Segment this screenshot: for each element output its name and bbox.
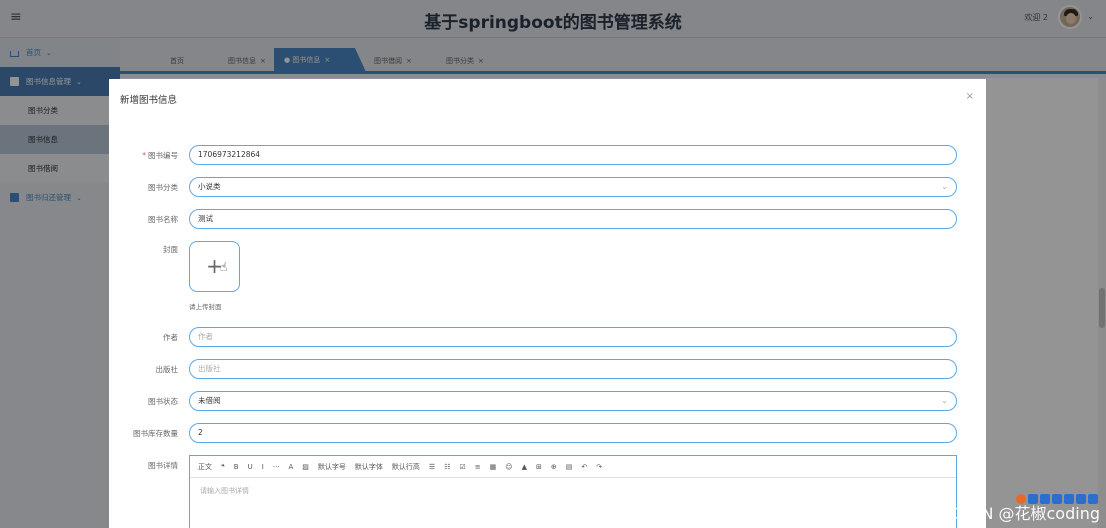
category-label: 图书分类: [148, 183, 178, 192]
font-family-select[interactable]: 默认字体: [355, 462, 383, 472]
table-icon[interactable]: ⊞: [536, 463, 542, 471]
quote-icon[interactable]: ❝: [221, 463, 225, 471]
code-icon[interactable]: ▤: [566, 463, 573, 471]
author-label: 作者: [163, 333, 178, 342]
more-icon[interactable]: ···: [273, 463, 280, 471]
italic-icon[interactable]: I: [262, 463, 264, 471]
paragraph-select[interactable]: 正文: [198, 462, 212, 472]
indent-icon[interactable]: ▦: [490, 463, 497, 471]
book-name-input[interactable]: 测试: [189, 209, 957, 229]
book-no-input[interactable]: 1706973212864: [189, 145, 957, 165]
status-select[interactable]: 未借阅 ⌄: [189, 391, 957, 411]
align-icon[interactable]: ≡: [475, 463, 481, 471]
chevron-down-icon: ⌄: [941, 396, 948, 405]
bullet-list-icon[interactable]: ☰: [429, 463, 435, 471]
upload-tip: 请上传封面: [189, 303, 222, 311]
emoji-icon[interactable]: ☺: [505, 463, 512, 471]
redo-icon[interactable]: ↷: [596, 463, 602, 471]
font-color-icon[interactable]: A: [288, 463, 293, 471]
rich-text-editor[interactable]: 正文 ❝ B U I ··· A ▨ 默认字号 默认字体 默认行高 ☰ ☷ ☑ …: [189, 455, 957, 528]
bold-icon[interactable]: B: [234, 463, 239, 471]
book-no-label: * 图书编号: [142, 151, 178, 160]
plus-icon: +: [206, 254, 223, 278]
underline-icon[interactable]: U: [248, 463, 253, 471]
chevron-down-icon: ⌄: [941, 182, 948, 191]
font-size-select[interactable]: 默认字号: [318, 462, 346, 472]
stock-input[interactable]: 2: [189, 423, 957, 443]
editor-body[interactable]: 请输入图书详情: [190, 478, 956, 504]
editor-toolbar: 正文 ❝ B U I ··· A ▨ 默认字号 默认字体 默认行高 ☰ ☷ ☑ …: [190, 456, 956, 478]
cover-upload-button[interactable]: + ☝: [189, 241, 240, 292]
details-label: 图书详情: [148, 461, 178, 470]
hand-cursor-icon: ☝: [220, 260, 228, 274]
undo-icon[interactable]: ↶: [581, 463, 587, 471]
stock-label: 图书库存数量: [133, 429, 178, 438]
background-color-icon[interactable]: ▨: [302, 463, 309, 471]
numbered-list-icon[interactable]: ☷: [444, 463, 450, 471]
line-height-select[interactable]: 默认行高: [392, 462, 420, 472]
publisher-label: 出版社: [155, 365, 179, 374]
watermark: CSDN @花椒coding: [947, 504, 1100, 523]
link-icon[interactable]: ⊕: [551, 463, 557, 471]
publisher-input[interactable]: 出版社: [189, 359, 957, 379]
status-label: 图书状态: [148, 397, 178, 406]
dialog-title: 新增图书信息: [120, 95, 178, 106]
image-icon[interactable]: ▲: [522, 463, 527, 471]
category-select[interactable]: 小说类 ⌄: [189, 177, 957, 197]
book-name-label: 图书名称: [148, 215, 178, 224]
add-book-dialog: 新增图书信息 × * 图书编号 1706973212864 图书分类 小说类 ⌄ 图…: [109, 79, 986, 528]
cover-label: 封面: [163, 245, 178, 254]
author-input[interactable]: 作者: [189, 327, 957, 347]
todo-icon[interactable]: ☑: [459, 463, 465, 471]
close-icon[interactable]: ×: [966, 91, 974, 102]
